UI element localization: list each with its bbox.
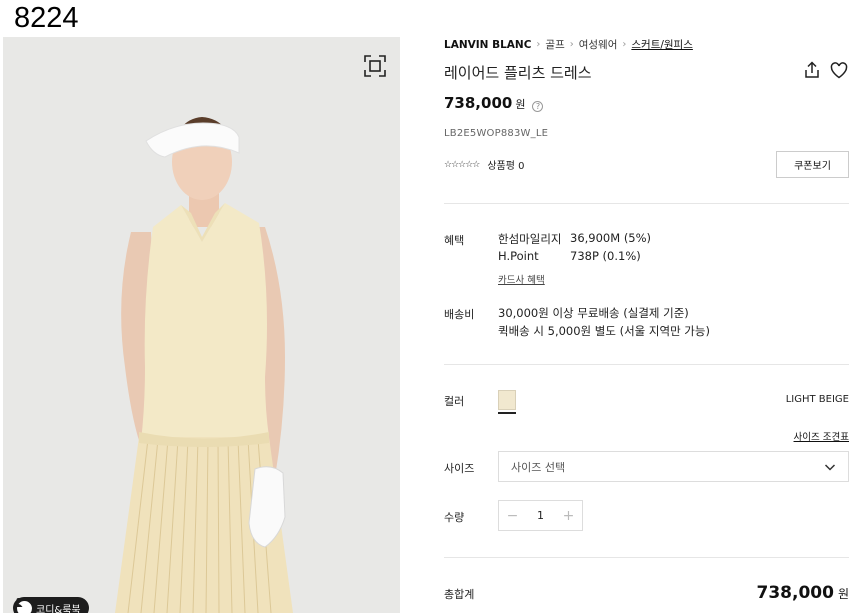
- price-value: 738,000: [444, 94, 513, 112]
- size-guide-link[interactable]: 사이즈 조견표: [794, 429, 849, 443]
- shipping-label: 배송비: [444, 308, 475, 321]
- product-code: LB2E5WOP883W_LE: [444, 128, 549, 139]
- quantity-increase-button[interactable]: +: [555, 508, 582, 524]
- chevron-right-icon: ›: [622, 39, 627, 50]
- product-title: 레이어드 플리츠 드레스: [444, 64, 592, 82]
- size-select[interactable]: 사이즈 선택: [498, 451, 849, 482]
- shipping-line-free: 30,000원 이상 무료배송 (실결제 기준): [498, 306, 689, 320]
- quantity-value[interactable]: 1: [526, 509, 555, 522]
- shipping-line-quick: 퀵배송 시 5,000원 별도 (서울 지역만 가능): [498, 324, 710, 338]
- color-name: LIGHT BEIGE: [785, 394, 849, 405]
- divider: [444, 364, 849, 365]
- product-image[interactable]: 코디&룩북: [3, 37, 400, 613]
- expand-icon[interactable]: [363, 54, 387, 78]
- benefit-name-mileage: 한섬마일리지: [498, 232, 562, 246]
- breadcrumb-item-skirt-dress[interactable]: 스커트/원피스: [631, 37, 693, 52]
- divider: [444, 557, 849, 558]
- star-rating: ☆☆☆☆☆: [444, 159, 480, 170]
- chevron-right-icon: ›: [536, 39, 541, 50]
- breadcrumb-brand[interactable]: LANVIN BLANC: [444, 39, 531, 51]
- chevron-right-icon: ›: [569, 39, 574, 50]
- coordi-lookbook-button[interactable]: 코디&룩북: [13, 597, 89, 613]
- size-select-placeholder: 사이즈 선택: [511, 460, 566, 474]
- product-photo-illustration: [3, 37, 400, 613]
- benefit-name-hpoint: H.Point: [498, 249, 539, 263]
- quantity-label: 수량: [444, 511, 465, 524]
- heart-icon[interactable]: [830, 62, 848, 79]
- share-icon[interactable]: [803, 61, 821, 79]
- benefit-value-hpoint: 738P (0.1%): [570, 249, 641, 263]
- breadcrumb: LANVIN BLANC › 골프 › 여성웨어 › 스커트/원피스: [444, 37, 693, 52]
- benefit-label: 혜택: [444, 234, 465, 247]
- total-price-value: 738,000: [756, 583, 834, 603]
- swatch-selected-indicator: [498, 412, 516, 414]
- breadcrumb-item-womens[interactable]: 여성웨어: [579, 37, 618, 52]
- person-icon: [14, 598, 32, 613]
- price-currency: 원: [515, 98, 526, 111]
- review-count: 상품평 0: [487, 161, 525, 172]
- color-label: 컬러: [444, 395, 465, 408]
- benefit-value-mileage: 36,900M (5%): [570, 231, 652, 245]
- chevron-down-icon: [824, 464, 836, 471]
- review-summary[interactable]: ☆☆☆☆☆ 상품평 0: [444, 157, 525, 173]
- coupon-button[interactable]: 쿠폰보기: [776, 151, 849, 178]
- screenshot-id-label: 8224: [14, 2, 79, 34]
- info-icon[interactable]: ?: [532, 101, 544, 112]
- size-label: 사이즈: [444, 462, 475, 475]
- color-swatch-light-beige[interactable]: [498, 390, 516, 410]
- quantity-decrease-button[interactable]: −: [499, 508, 526, 524]
- total-price: 738,000 원: [757, 583, 849, 603]
- coordi-lookbook-label: 코디&룩북: [36, 604, 81, 613]
- divider: [444, 203, 849, 204]
- total-label: 총합계: [444, 588, 475, 601]
- breadcrumb-item-golf[interactable]: 골프: [545, 37, 564, 52]
- card-benefit-link[interactable]: 카드사 혜택: [498, 272, 545, 286]
- product-price: 738,000 원 ?: [444, 94, 544, 112]
- quantity-stepper: − 1 +: [498, 500, 583, 531]
- total-price-currency: 원: [837, 587, 849, 601]
